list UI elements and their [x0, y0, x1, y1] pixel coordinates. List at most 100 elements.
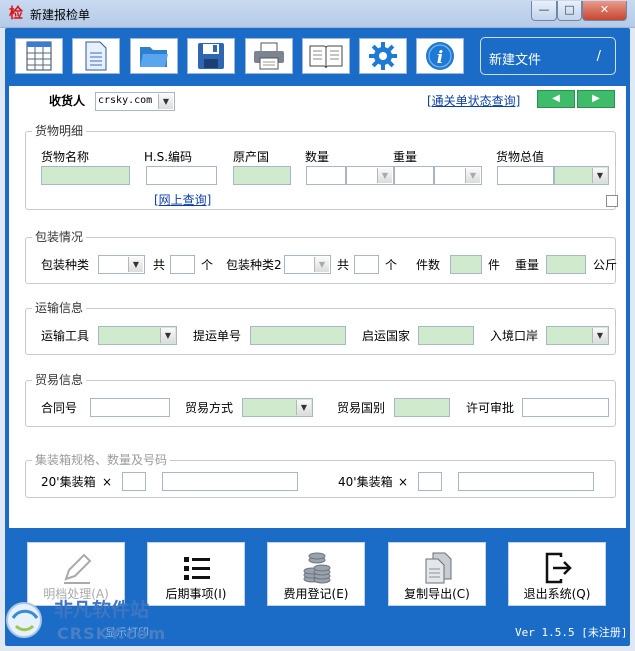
form-panel: 收货人 crsky.com ▼ [通关单状态查询] ◀ ▶ 货物明细 货物名称 … [9, 86, 626, 528]
close-button[interactable]: ✕ [582, 1, 627, 21]
packing-type-select[interactable]: ▼ [98, 255, 145, 274]
quantity-unit-select[interactable]: ▼ [346, 166, 394, 185]
minimize-button[interactable]: — [531, 1, 557, 21]
settings-button[interactable] [359, 38, 407, 74]
open-folder-button[interactable] [130, 38, 178, 74]
container-20-count-input[interactable] [122, 472, 146, 491]
about-button[interactable]: i [416, 38, 464, 74]
quantity-label: 数量 [305, 150, 330, 164]
origin-country-input[interactable] [233, 166, 291, 185]
watermark-cn: 非凡软件站 [54, 599, 150, 621]
new-file-slash: / [596, 49, 601, 64]
container-40-times: × [398, 475, 409, 489]
customs-status-query-link[interactable]: [通关单状态查询] [427, 94, 520, 108]
departure-country-label: 启运国家 [362, 329, 411, 343]
packing-unit-label: 个 [201, 258, 214, 272]
copy-export-button[interactable]: 复制导出(C) [388, 542, 486, 606]
packing-total2-label: 共 [337, 258, 350, 272]
goods-name-input[interactable] [41, 166, 130, 185]
goods-checkbox[interactable] [606, 195, 618, 207]
fee-register-button[interactable]: 费用登记(E) [267, 542, 365, 606]
copy-export-label: 复制导出(C) [404, 587, 470, 601]
maximize-button[interactable]: □ [557, 1, 582, 21]
window-title: 新建报检单 [30, 8, 91, 22]
app-icon: 检 [9, 6, 23, 22]
exit-system-label: 退出系统(Q) [523, 587, 591, 601]
gross-weight-label: 重量 [515, 258, 540, 272]
packing-type-label: 包装种类 [41, 258, 90, 272]
arrow-left-icon: ◀ [552, 93, 560, 104]
prev-record-button[interactable]: ◀ [537, 90, 575, 108]
receiver-select[interactable]: crsky.com ▼ [95, 92, 175, 111]
print-button[interactable] [245, 38, 293, 74]
hs-code-input[interactable] [146, 166, 217, 185]
trade-mode-label: 贸易方式 [185, 401, 234, 415]
packing-type2-label: 包装种类2 [226, 258, 282, 272]
chevron-down-icon: ▼ [465, 168, 480, 183]
trade-country-input[interactable] [394, 398, 450, 417]
packing-count2-input[interactable] [354, 255, 379, 274]
goods-group: 货物明细 货物名称 H.S.编码 原产国 数量 重量 货物总值 ▼ ▼ ▼ [网… [25, 124, 618, 210]
chevron-down-icon: ▼ [377, 168, 392, 183]
watermark-logo-icon [4, 596, 44, 644]
chevron-down-icon: ▼ [314, 257, 329, 272]
follow-up-label: 后期事项(I) [165, 587, 227, 601]
follow-up-button[interactable]: 后期事项(I) [147, 542, 245, 606]
copy-export-icon [425, 552, 452, 584]
packing-group: 包装情况 包装种类 ▼ 共 个 包装种类2 ▼ 共 个 件数 件 重量 公斤 [25, 230, 617, 284]
gear-icon [369, 42, 397, 70]
list-icon [184, 557, 210, 580]
quantity-input[interactable] [306, 166, 346, 185]
coins-icon [303, 552, 331, 584]
receiver-value: crsky.com [98, 95, 153, 106]
weight-unit-select[interactable]: ▼ [434, 166, 482, 185]
chevron-down-icon: ▼ [592, 168, 607, 183]
new-document-button[interactable] [72, 38, 120, 74]
permit-approval-input[interactable] [522, 398, 609, 417]
weight-input[interactable] [394, 166, 434, 185]
departure-country-input[interactable] [418, 326, 474, 345]
entry-port-select[interactable]: ▼ [546, 326, 609, 345]
version-text: Ver 1.5.5 [未注册] [515, 626, 628, 639]
container-40-label: 40'集装箱 [338, 475, 393, 489]
container-20-number-input[interactable] [162, 472, 298, 491]
new-file-indicator: 新建文件 / [480, 37, 616, 75]
container-legend: 集装箱规格、数量及号码 [32, 453, 171, 467]
transport-group: 运输信息 运输工具 ▼ 提运单号 启运国家 入境口岸 ▼ [25, 301, 616, 355]
next-record-button[interactable]: ▶ [577, 90, 615, 108]
exit-system-button[interactable]: 退出系统(Q) [508, 542, 606, 606]
chevron-down-icon: ▼ [592, 328, 607, 343]
gross-weight-input[interactable] [546, 255, 586, 274]
watermark-en: CRSKY.com [57, 624, 167, 643]
online-query-link[interactable]: [网上查询] [154, 193, 211, 207]
chevron-down-icon: ▼ [158, 94, 173, 109]
currency-select[interactable]: ▼ [554, 166, 609, 185]
save-button[interactable] [187, 38, 235, 74]
contract-number-input[interactable] [90, 398, 170, 417]
goods-legend: 货物明细 [32, 124, 87, 138]
packing-count-input[interactable] [170, 255, 195, 274]
receiver-label: 收货人 [49, 94, 86, 108]
total-value-input[interactable] [497, 166, 554, 185]
goods-name-label: 货物名称 [41, 150, 90, 164]
trade-mode-select[interactable]: ▼ [242, 398, 313, 417]
trade-group: 贸易信息 合同号 贸易方式 ▼ 贸易国别 许可审批 [25, 373, 616, 427]
container-40-number-input[interactable] [458, 472, 594, 491]
chevron-down-icon: ▼ [296, 400, 311, 415]
container-40-count-input[interactable] [418, 472, 442, 491]
manual-button[interactable] [302, 38, 350, 74]
bill-number-label: 提运单号 [193, 329, 242, 343]
origin-country-label: 原产国 [233, 150, 270, 164]
transport-tool-select[interactable]: ▼ [98, 326, 177, 345]
piece-count-input[interactable] [450, 255, 482, 274]
exit-icon [545, 552, 572, 584]
trade-legend: 贸易信息 [32, 373, 87, 387]
info-icon: i [426, 42, 454, 70]
weight-label: 重量 [393, 150, 418, 164]
piece-unit-label: 件 [488, 258, 501, 272]
spreadsheet-button[interactable] [15, 38, 63, 74]
bill-number-input[interactable] [250, 326, 346, 345]
packing-unit2-label: 个 [385, 258, 398, 272]
packing-type2-select[interactable]: ▼ [284, 255, 331, 274]
contract-number-label: 合同号 [41, 401, 78, 415]
